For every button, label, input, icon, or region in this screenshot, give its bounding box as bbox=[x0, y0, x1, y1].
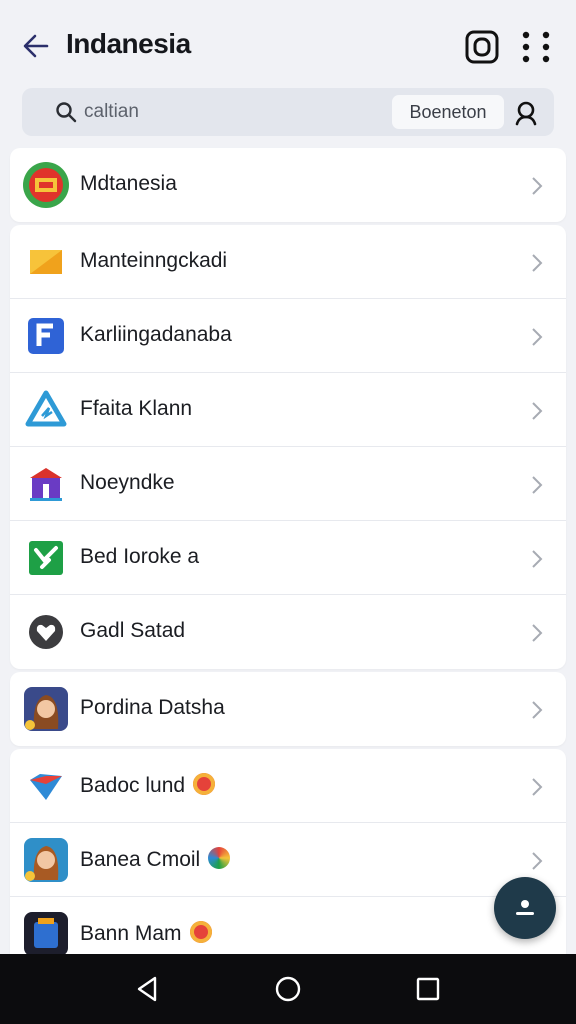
chevron-right-icon bbox=[532, 852, 543, 870]
top-bar: Indanesia bbox=[0, 0, 576, 88]
camera-icon[interactable] bbox=[462, 28, 502, 66]
chevron-right-icon bbox=[532, 402, 543, 420]
list-item-label: Bann Mam bbox=[80, 921, 212, 946]
download-icon bbox=[516, 900, 534, 915]
chevron-right-icon bbox=[532, 778, 543, 796]
chevron-right-icon bbox=[532, 328, 543, 346]
nav-home-icon[interactable] bbox=[273, 974, 303, 1004]
list-item-label: Ffaita Klann bbox=[80, 397, 193, 420]
indonesia-app-icon bbox=[23, 162, 69, 208]
chevron-right-icon bbox=[532, 701, 543, 719]
list-item-label: Noeyndke bbox=[80, 471, 175, 494]
list-item-label: Pordina Datsha bbox=[80, 696, 225, 719]
search-icon bbox=[56, 102, 77, 123]
more-options-icon[interactable] bbox=[516, 28, 556, 66]
triangle-app-icon bbox=[25, 390, 67, 427]
list-item[interactable]: Mdtanesia bbox=[10, 148, 566, 222]
emoji-badge-icon bbox=[193, 773, 216, 795]
list-item-label: Banea Cmoil bbox=[80, 847, 231, 872]
list-item-label: Karliingadanaba bbox=[80, 323, 232, 346]
envelope-app-icon bbox=[30, 250, 62, 274]
list-item-label: Badoc lund bbox=[80, 773, 216, 798]
user-search-icon[interactable] bbox=[512, 99, 540, 127]
chevron-right-icon bbox=[532, 177, 543, 195]
back-arrow-icon[interactable] bbox=[18, 28, 54, 64]
heart-shield-icon bbox=[29, 615, 63, 649]
store-app-icon bbox=[30, 468, 62, 501]
list-card: Pordina Datsha bbox=[10, 672, 566, 746]
green-flag-app-icon bbox=[29, 541, 63, 575]
list-card: Badoc lund Banea Cmoil Bann Mam bbox=[10, 749, 566, 971]
game-avatar-icon bbox=[24, 838, 68, 882]
list-item[interactable]: Manteinngckadi bbox=[10, 225, 566, 299]
page-title: Indanesia bbox=[66, 28, 191, 59]
app-list: Mdtanesia Manteinngckadi Karliingadanaba bbox=[10, 148, 566, 974]
gem-app-icon bbox=[30, 774, 62, 800]
list-item[interactable]: Ffaita Klann bbox=[10, 373, 566, 447]
game-app-icon bbox=[24, 912, 68, 956]
search-input[interactable]: caltian bbox=[84, 101, 139, 123]
list-item[interactable]: Noeyndke bbox=[10, 447, 566, 521]
game-avatar-icon bbox=[24, 687, 68, 731]
colorful-badge-icon bbox=[208, 847, 231, 869]
list-item[interactable]: Pordina Datsha bbox=[10, 672, 566, 746]
search-filter-chip[interactable]: Boeneton bbox=[392, 95, 504, 129]
list-card: Mdtanesia bbox=[10, 148, 566, 222]
list-item[interactable]: Karliingadanaba bbox=[10, 299, 566, 373]
list-item-label: Gadl Satad bbox=[80, 619, 186, 642]
nav-back-icon[interactable] bbox=[133, 974, 163, 1004]
list-item[interactable]: Bed Ioroke a bbox=[10, 521, 566, 595]
emoji-badge-icon bbox=[189, 921, 212, 943]
list-item-label: Bed Ioroke a bbox=[80, 545, 200, 568]
docs-app-icon bbox=[28, 318, 64, 354]
list-item[interactable]: Banea Cmoil bbox=[10, 823, 566, 897]
chevron-right-icon bbox=[532, 624, 543, 642]
chevron-right-icon bbox=[532, 476, 543, 494]
nav-recents-icon[interactable] bbox=[413, 974, 443, 1004]
list-card: Manteinngckadi Karliingadanaba Ffaita Kl… bbox=[10, 225, 566, 669]
list-item-label: Manteinngckadi bbox=[80, 249, 228, 272]
chevron-right-icon bbox=[532, 550, 543, 568]
list-item[interactable]: Gadl Satad bbox=[10, 595, 566, 669]
list-item[interactable]: Badoc lund bbox=[10, 749, 566, 823]
chevron-right-icon bbox=[532, 254, 543, 272]
system-nav-bar bbox=[0, 954, 576, 1024]
download-fab-button[interactable] bbox=[494, 877, 556, 939]
list-item-label: Mdtanesia bbox=[80, 172, 177, 195]
search-bar[interactable]: caltian Boeneton bbox=[22, 88, 554, 136]
